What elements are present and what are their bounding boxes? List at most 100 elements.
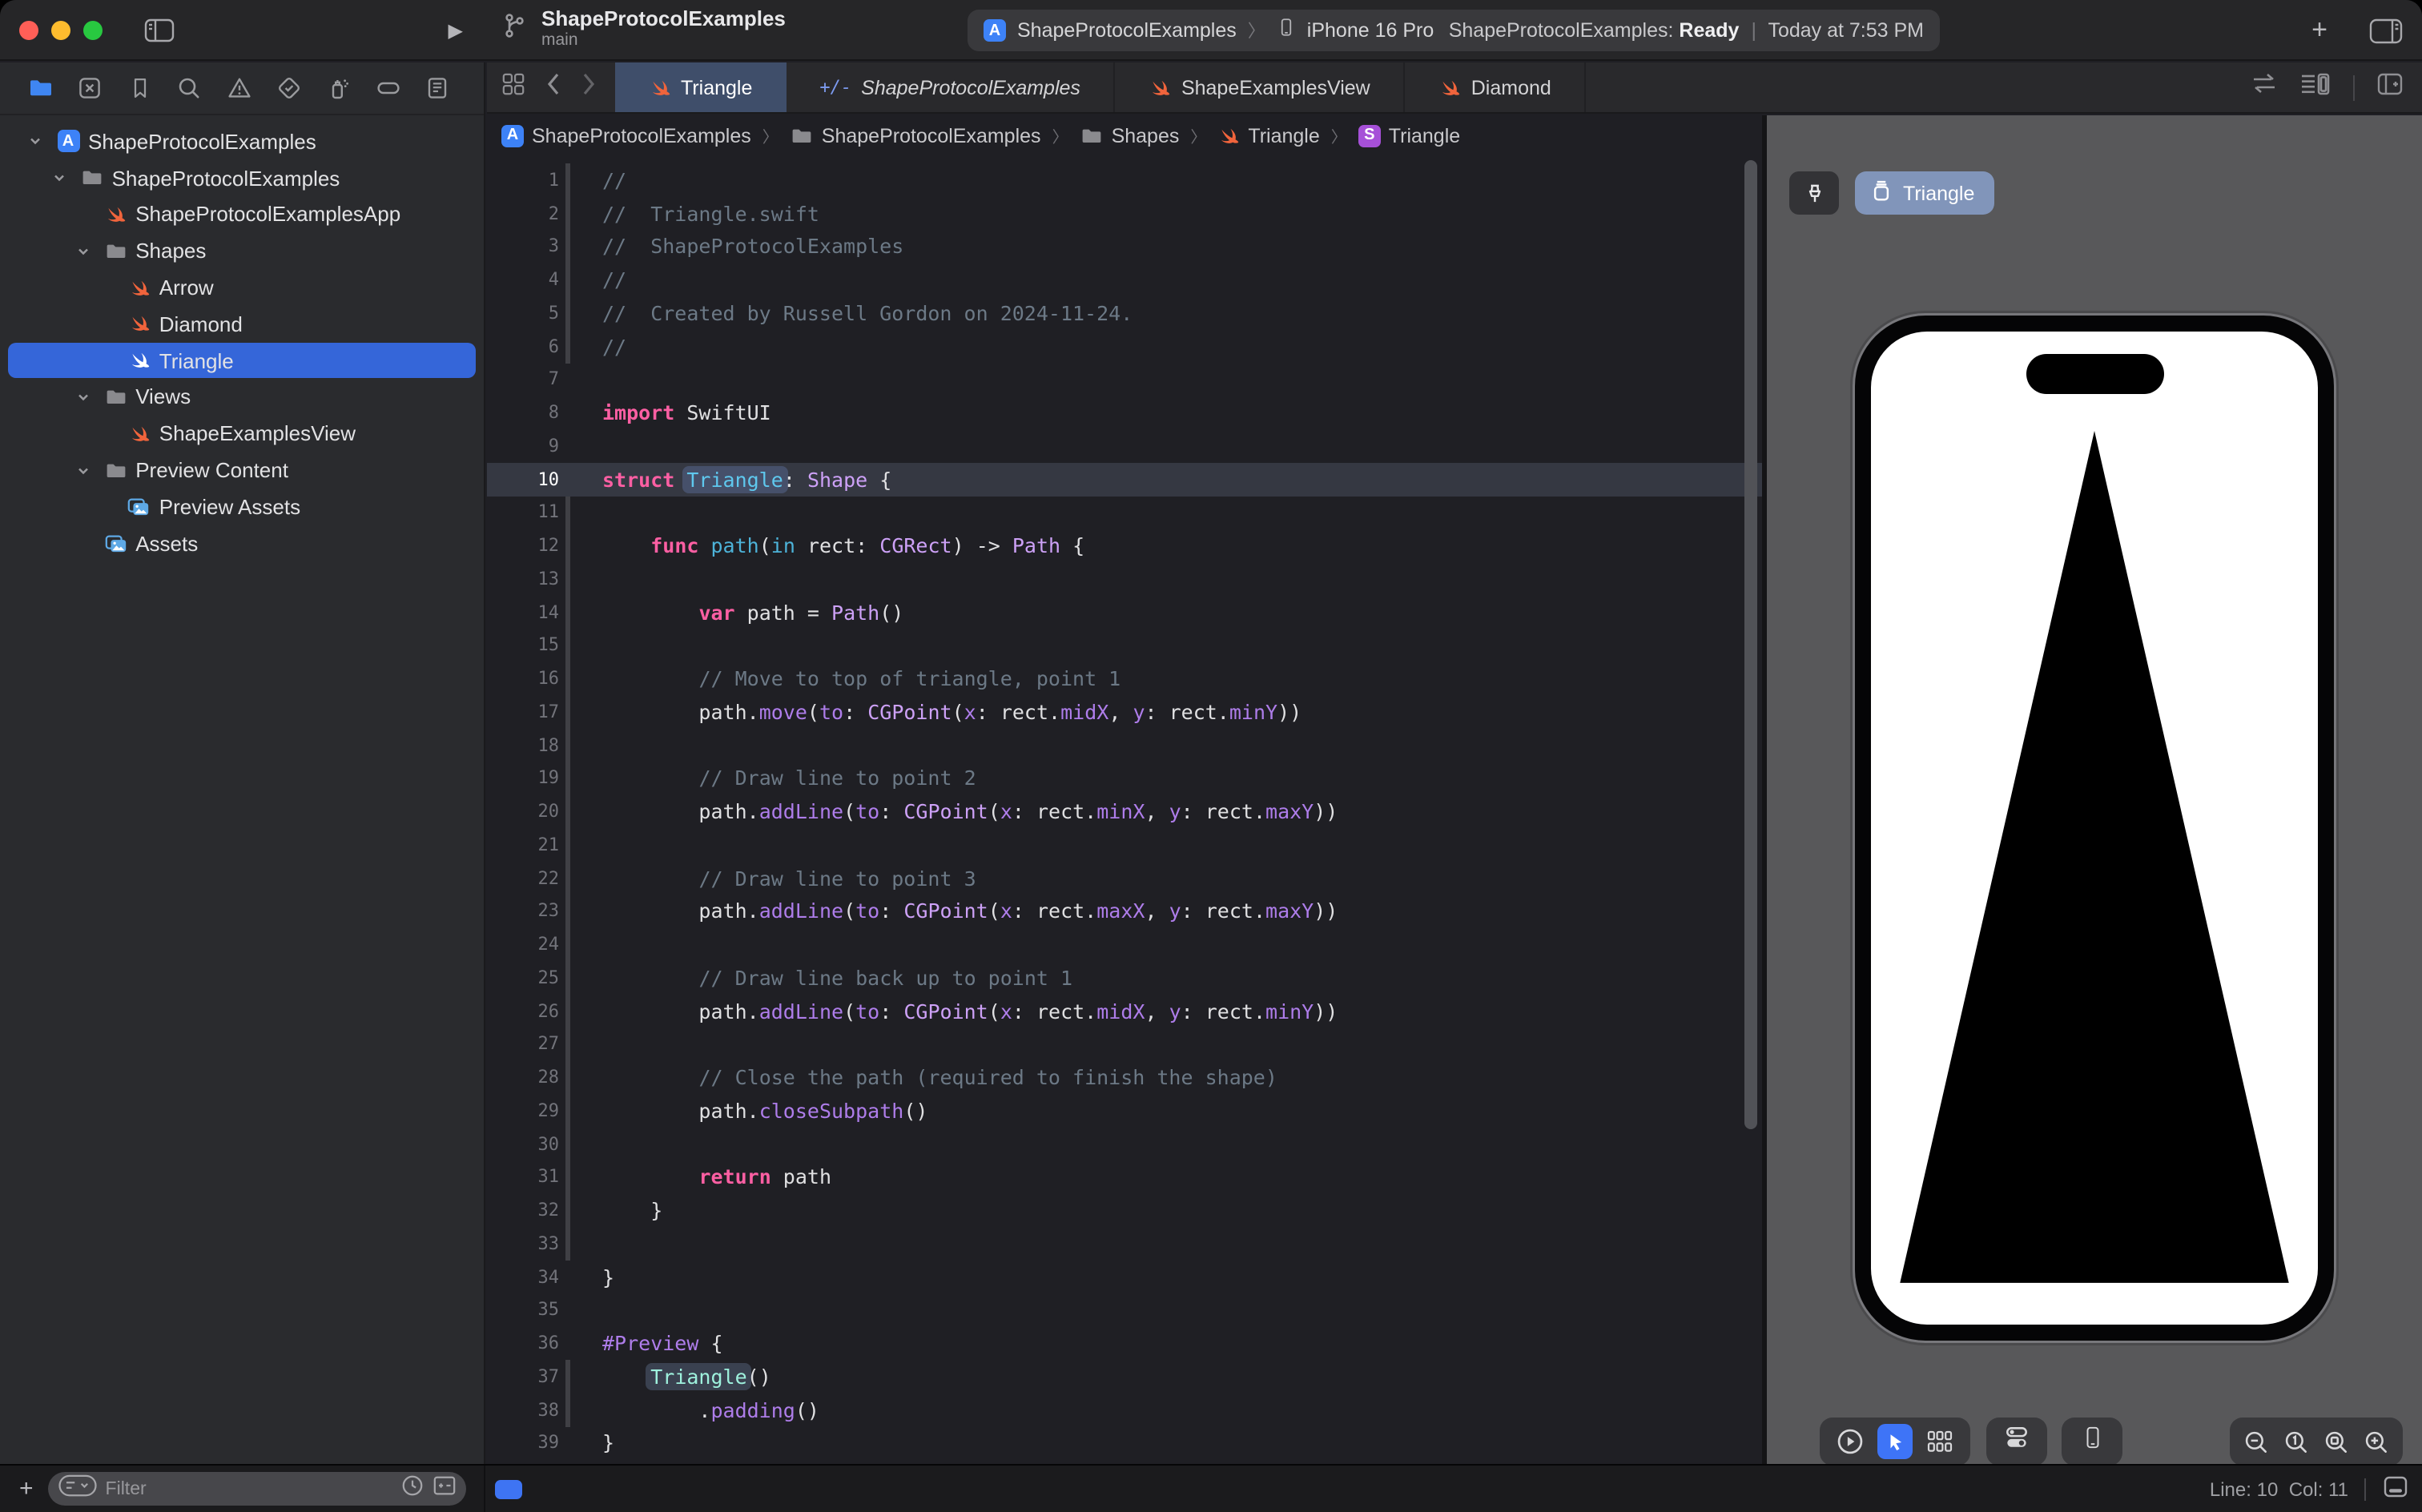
line-number[interactable]: 13: [487, 569, 559, 589]
fold-ribbon[interactable]: [565, 895, 581, 928]
line-number[interactable]: 16: [487, 668, 559, 689]
filter-input[interactable]: [106, 1479, 330, 1498]
line-number[interactable]: 30: [487, 1133, 559, 1154]
line-number[interactable]: 11: [487, 502, 559, 523]
fold-ribbon[interactable]: [565, 163, 581, 197]
fold-ribbon[interactable]: [565, 1261, 581, 1294]
preview-target-chip[interactable]: Triangle: [1855, 171, 1994, 215]
fold-ribbon[interactable]: [565, 429, 581, 463]
fold-ribbon[interactable]: [565, 596, 581, 629]
tab-shapeprotocolexamples[interactable]: +/-ShapeProtocolExamples: [786, 62, 1116, 112]
code-line-3[interactable]: 3// ShapeProtocolExamples: [487, 230, 1762, 263]
fold-ribbon[interactable]: [565, 463, 581, 497]
fold-ribbon[interactable]: [565, 296, 581, 330]
chevron-down-icon[interactable]: [74, 389, 94, 405]
fold-ribbon[interactable]: [565, 496, 581, 529]
code-line-35[interactable]: 35: [487, 1293, 1762, 1327]
breadcrumb-item-1[interactable]: ShapeProtocolExamples: [790, 124, 1041, 147]
code-line-14[interactable]: 14 var path = Path(): [487, 596, 1762, 629]
line-number[interactable]: 35: [487, 1300, 559, 1321]
breadcrumb-item-4[interactable]: STriangle: [1358, 124, 1460, 147]
line-number[interactable]: 22: [487, 867, 559, 888]
code-line-4[interactable]: 4//: [487, 263, 1762, 297]
add-library-button[interactable]: +: [2311, 14, 2327, 46]
issues-icon[interactable]: [223, 72, 255, 104]
fold-ribbon[interactable]: [565, 795, 581, 829]
fold-ribbon[interactable]: [565, 762, 581, 795]
zoom-fit-icon[interactable]: [2319, 1424, 2354, 1459]
device-settings-button[interactable]: [1986, 1418, 2047, 1466]
fold-ribbon[interactable]: [565, 629, 581, 662]
fold-ribbon[interactable]: [565, 961, 581, 995]
chevron-down-icon[interactable]: [74, 243, 94, 259]
zoom-window-button[interactable]: [83, 20, 103, 39]
live-preview-play-icon[interactable]: [1833, 1424, 1868, 1459]
code-line-11[interactable]: 11: [487, 496, 1762, 529]
source-editor[interactable]: 1//2// Triangle.swift3// ShapeProtocolEx…: [487, 155, 1762, 1464]
line-number[interactable]: 6: [487, 336, 559, 356]
add-file-button[interactable]: +: [19, 1475, 34, 1502]
code-line-21[interactable]: 21: [487, 828, 1762, 862]
selectable-mode-icon[interactable]: [1877, 1424, 1913, 1459]
code-line-12[interactable]: 12 func path(in rect: CGRect) -> Path {: [487, 529, 1762, 563]
fold-ribbon[interactable]: [565, 1327, 581, 1361]
tab-shapeexamplesview[interactable]: ShapeExamplesView: [1116, 62, 1406, 112]
line-number[interactable]: 38: [487, 1399, 559, 1420]
sidebar-item-preview-content[interactable]: Preview Content: [0, 452, 484, 489]
fold-ribbon[interactable]: [565, 862, 581, 895]
code-line-10[interactable]: 10struct Triangle: Shape {: [487, 463, 1762, 497]
line-number[interactable]: 12: [487, 535, 559, 556]
line-number[interactable]: 8: [487, 402, 559, 423]
scheme-selector[interactable]: A ShapeProtocolExamples 〉 iPhone 16 Pro …: [968, 10, 1940, 51]
fold-ribbon[interactable]: [565, 1160, 581, 1194]
code-line-16[interactable]: 16 // Move to top of triangle, point 1: [487, 662, 1762, 696]
code-line-22[interactable]: 22 // Draw line to point 3: [487, 862, 1762, 895]
line-number[interactable]: 36: [487, 1333, 559, 1353]
line-number[interactable]: 26: [487, 1000, 559, 1021]
line-number[interactable]: 15: [487, 635, 559, 656]
tests-icon[interactable]: [272, 72, 304, 104]
code-line-37[interactable]: 37 Triangle(): [487, 1360, 1762, 1393]
fold-ribbon[interactable]: [565, 1027, 581, 1061]
fold-ribbon[interactable]: [565, 995, 581, 1028]
fold-ribbon[interactable]: [565, 197, 581, 231]
fold-ribbon[interactable]: [565, 562, 581, 596]
tab-triangle[interactable]: Triangle: [615, 62, 786, 112]
line-number[interactable]: 10: [487, 468, 559, 489]
fold-ribbon[interactable]: [565, 1061, 581, 1095]
sidebar-item-views[interactable]: Views: [0, 379, 484, 416]
chevron-down-icon[interactable]: [51, 170, 70, 186]
pin-preview-button[interactable]: [1789, 171, 1839, 215]
editor-bottom-bar-icon[interactable]: [2382, 1474, 2409, 1503]
line-number[interactable]: 7: [487, 369, 559, 390]
line-number[interactable]: 28: [487, 1067, 559, 1088]
fold-ribbon[interactable]: [565, 330, 581, 364]
code-line-32[interactable]: 32 }: [487, 1194, 1762, 1228]
code-line-36[interactable]: 36#Preview {: [487, 1327, 1762, 1361]
line-number[interactable]: 21: [487, 834, 559, 855]
line-number[interactable]: 27: [487, 1034, 559, 1055]
bookmarks-icon[interactable]: [123, 72, 155, 104]
line-number[interactable]: 31: [487, 1167, 559, 1188]
line-number[interactable]: 3: [487, 236, 559, 257]
code-line-20[interactable]: 20 path.addLine(to: CGPoint(x: rect.minX…: [487, 795, 1762, 829]
run-button[interactable]: ▶: [449, 18, 463, 41]
code-line-18[interactable]: 18: [487, 729, 1762, 762]
breadcrumb-item-2[interactable]: Shapes: [1080, 124, 1180, 147]
code-line-6[interactable]: 6//: [487, 330, 1762, 364]
line-number[interactable]: 23: [487, 901, 559, 922]
code-line-25[interactable]: 25 // Draw line back up to point 1: [487, 961, 1762, 995]
code-line-29[interactable]: 29 path.closeSubpath(): [487, 1094, 1762, 1128]
line-number[interactable]: 1: [487, 170, 559, 191]
sidebar-item-assets[interactable]: Assets: [0, 525, 484, 562]
line-number[interactable]: 5: [487, 303, 559, 324]
find-icon[interactable]: [173, 72, 205, 104]
breakpoint-indicator[interactable]: [495, 1479, 522, 1498]
line-number[interactable]: 2: [487, 203, 559, 223]
sidebar-item-shapeprotocolexamples[interactable]: AShapeProtocolExamples: [0, 123, 484, 160]
recent-files-clock-icon[interactable]: [400, 1473, 424, 1505]
fold-ribbon[interactable]: [565, 529, 581, 563]
line-number[interactable]: 33: [487, 1233, 559, 1254]
close-window-button[interactable]: [19, 20, 38, 39]
filter-menu-icon[interactable]: [58, 1473, 98, 1505]
